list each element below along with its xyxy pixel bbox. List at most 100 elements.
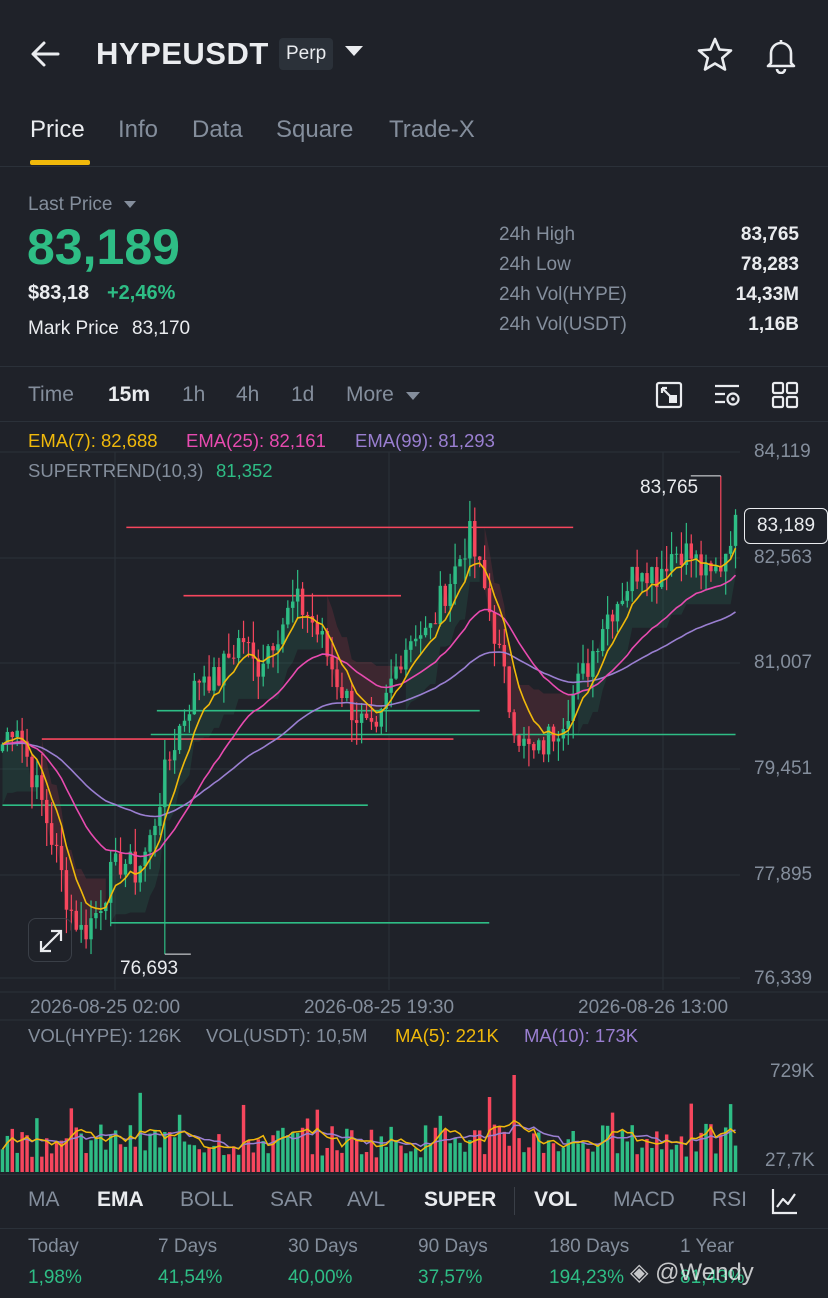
last-price-dropdown-icon[interactable]: [124, 201, 136, 208]
tab-square[interactable]: Square: [276, 116, 353, 144]
interval-15m[interactable]: 15m: [108, 383, 150, 407]
candle-body: [699, 554, 703, 576]
candle-body: [733, 514, 738, 546]
candle-body: [423, 627, 428, 636]
indicator-tab-vol[interactable]: VOL: [534, 1188, 577, 1212]
candle-body: [443, 585, 447, 606]
more-dropdown-icon[interactable]: [406, 392, 420, 400]
expand-icon: [39, 929, 63, 953]
perf-value: 40,00%: [288, 1267, 353, 1288]
volume-bar: [733, 1145, 738, 1172]
star-icon[interactable]: [696, 36, 734, 74]
volume-bar: [359, 1154, 364, 1172]
volume-bar: [527, 1147, 531, 1172]
supertrend-legend-value: 81,352: [216, 460, 273, 481]
layout-grid-icon[interactable]: [770, 380, 800, 410]
volume-bar: [546, 1140, 551, 1172]
ema7-legend: EMA(7): 82,688: [28, 430, 158, 451]
volume-bar: [620, 1130, 625, 1172]
expand-chart-button[interactable]: [28, 918, 72, 962]
candle-body: [0, 744, 5, 752]
candle-body: [620, 600, 625, 605]
volume-bar: [694, 1151, 698, 1172]
volume-bar: [453, 1137, 457, 1172]
volume-bar: [576, 1143, 580, 1172]
perf-divider: [0, 1228, 828, 1229]
indicator-tab-super[interactable]: SUPER: [424, 1188, 496, 1212]
perf-value: 41,54%: [158, 1267, 223, 1288]
candle-body: [507, 666, 511, 713]
candle-body: [89, 918, 93, 940]
perf-label: 180 Days: [549, 1236, 630, 1257]
tab-trade-x[interactable]: Trade-X: [389, 116, 475, 144]
candle-body: [497, 643, 502, 645]
indicator-chart-icon[interactable]: [770, 1186, 800, 1216]
volume-bar: [330, 1126, 334, 1172]
indicator-tab-ema[interactable]: EMA: [97, 1188, 144, 1212]
indicator-tab-avl[interactable]: AVL: [347, 1188, 385, 1212]
watermark: ◈ @Wendy: [630, 1258, 754, 1287]
volume-bar: [271, 1135, 275, 1172]
indicator-tab-rsi[interactable]: RSI: [712, 1188, 747, 1212]
candle-body: [207, 676, 211, 691]
interval-1h[interactable]: 1h: [182, 383, 205, 407]
tab-data[interactable]: Data: [192, 116, 243, 144]
vol-usdt-legend: VOL(USDT): 10,5M: [206, 1025, 368, 1046]
candle-body: [315, 622, 320, 635]
volume-bar: [177, 1114, 182, 1172]
indicator-tab-macd[interactable]: MACD: [613, 1188, 675, 1212]
vol-ma10-legend: MA(10): 173K: [524, 1025, 639, 1046]
candle-body: [197, 680, 201, 683]
candle-body: [246, 642, 251, 644]
volume-bar: [684, 1156, 689, 1172]
indicator-settings-icon[interactable]: [712, 380, 742, 410]
candle-body: [300, 588, 305, 615]
interval-4h[interactable]: 4h: [236, 383, 259, 407]
indicator-tab-ma[interactable]: MA: [28, 1188, 60, 1212]
volume-bar: [153, 1129, 157, 1172]
candle-body: [35, 775, 39, 788]
watermark-logo-icon: ◈: [630, 1259, 649, 1286]
interval-1d[interactable]: 1d: [291, 383, 314, 407]
candle-body: [448, 584, 452, 606]
candle-body: [502, 644, 507, 667]
tab-info[interactable]: Info: [118, 116, 158, 144]
chart-resize-icon[interactable]: [654, 380, 684, 410]
time-axis-label: 2026-08-25 19:30: [304, 997, 455, 1018]
volume-bar: [231, 1146, 236, 1172]
bell-icon[interactable]: [762, 36, 800, 74]
pair-dropdown-icon[interactable]: [345, 46, 363, 56]
volume-bar: [522, 1152, 526, 1172]
candle-body: [177, 725, 182, 751]
candle-body: [679, 553, 684, 565]
indicator-tab-boll[interactable]: BOLL: [180, 1188, 234, 1212]
volume-bar: [468, 1140, 472, 1172]
volume-bar: [251, 1152, 256, 1172]
interval-time[interactable]: Time: [28, 383, 74, 407]
candle-body: [374, 721, 379, 727]
candle-body: [281, 624, 285, 645]
price-chart[interactable]: [0, 425, 828, 1175]
back-arrow-icon[interactable]: [26, 34, 66, 74]
perf-value: 1,98%: [28, 1267, 82, 1288]
last-price-label[interactable]: Last Price: [28, 194, 112, 216]
volume-bar: [108, 1134, 113, 1172]
volume-bar: [25, 1135, 29, 1172]
candle-body: [118, 853, 123, 875]
indicator-tab-sar[interactable]: SAR: [270, 1188, 313, 1212]
volume-bar: [600, 1125, 605, 1172]
candle-body: [84, 924, 88, 940]
volume-bar: [625, 1141, 630, 1172]
volume-bar: [305, 1118, 310, 1172]
candle-body: [271, 646, 275, 651]
candle-body: [414, 638, 418, 642]
tab-price[interactable]: Price: [30, 116, 85, 144]
volume-bar: [532, 1133, 536, 1172]
interval-more[interactable]: More: [346, 383, 394, 407]
volume-bar: [615, 1153, 620, 1172]
volume-bar: [404, 1153, 408, 1172]
pair-title[interactable]: HYPEUSDT: [96, 36, 269, 72]
volume-bar: [182, 1141, 187, 1172]
candle-body: [187, 714, 192, 721]
candle-body: [350, 690, 354, 721]
